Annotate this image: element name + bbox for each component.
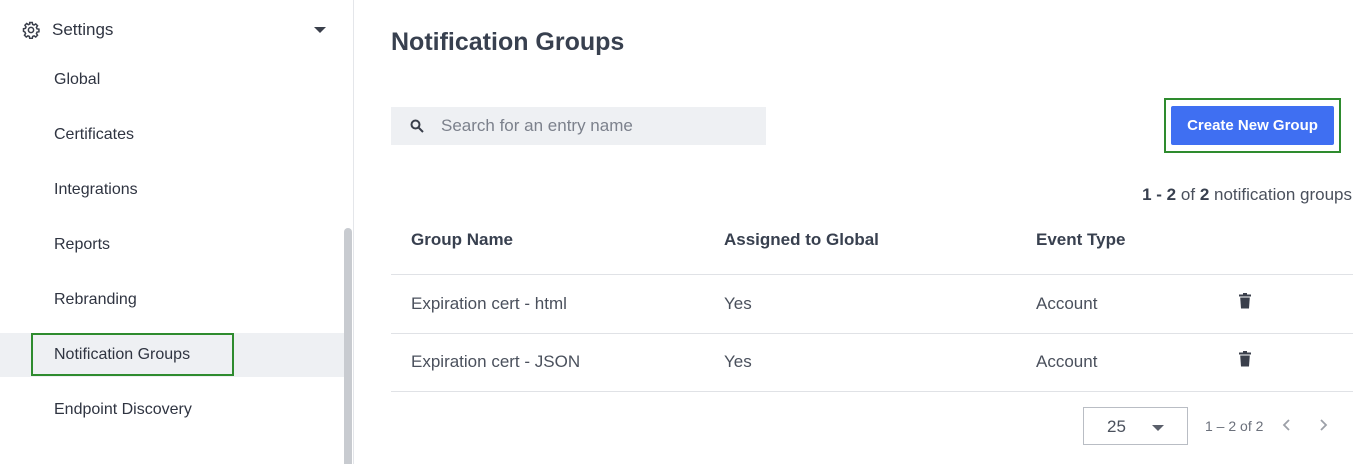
sidebar-item-reports[interactable]: Reports (0, 223, 344, 267)
trash-icon[interactable] (1239, 351, 1251, 367)
create-new-group-button[interactable]: Create New Group (1171, 106, 1334, 145)
page-size-value: 25 (1107, 417, 1126, 436)
search-bar[interactable] (391, 107, 766, 145)
sidebar-item-global[interactable]: Global (0, 58, 344, 102)
table-row[interactable]: Expiration cert - html Yes Account (391, 276, 1353, 334)
trash-icon[interactable] (1239, 293, 1251, 309)
chevron-down-icon[interactable] (314, 27, 326, 33)
cell-event-type: Account (1036, 352, 1098, 371)
sidebar-item-label: Notification Groups (54, 346, 191, 363)
cell-group-name: Expiration cert - JSON (411, 352, 581, 371)
settings-section-header[interactable]: Settings (0, 0, 354, 60)
count-range: 1 - 2 (1142, 185, 1177, 204)
sidebar-item-label: Certificates (54, 126, 135, 143)
create-button-highlight: Create New Group (1164, 98, 1341, 153)
chevron-down-icon (1152, 425, 1164, 431)
sidebar-scrollbar[interactable] (344, 228, 352, 464)
cell-assigned: Yes (724, 294, 752, 313)
table-row[interactable]: Expiration cert - JSON Yes Account (391, 334, 1353, 392)
column-header-event-type[interactable]: Event Type (1036, 230, 1125, 250)
count-suffix: notification groups (1214, 185, 1352, 204)
sidebar-item-endpoint-discovery[interactable]: Endpoint Discovery (0, 388, 344, 432)
sidebar-item-integrations[interactable]: Integrations (0, 168, 344, 212)
cell-assigned: Yes (724, 352, 752, 371)
page-size-select[interactable]: 25 (1083, 407, 1188, 445)
table-header: Group Name Assigned to Global Event Type (391, 218, 1353, 275)
sidebar-item-label: Rebranding (54, 291, 137, 308)
pagination-range: 1 – 2 of 2 (1205, 418, 1264, 434)
sidebar-item-certificates[interactable]: Certificates (0, 113, 344, 157)
sidebar-item-notification-groups[interactable]: Notification Groups (0, 333, 344, 377)
sidebar-item-label: Integrations (54, 181, 138, 198)
sidebar: Settings Global Certificates Integration… (0, 0, 354, 464)
sidebar-item-rebranding[interactable]: Rebranding (0, 278, 344, 322)
search-input[interactable] (441, 107, 751, 145)
cell-event-type: Account (1036, 294, 1098, 313)
search-icon (410, 119, 424, 133)
chevron-right-icon[interactable] (1316, 418, 1330, 432)
count-total: 2 (1199, 185, 1210, 204)
results-count: 1 - 2 of 2 notification groups (1142, 185, 1352, 205)
sidebar-item-label: Endpoint Discovery (54, 401, 192, 418)
column-header-assigned[interactable]: Assigned to Global (724, 230, 879, 250)
chevron-left-icon[interactable] (1280, 418, 1294, 432)
count-of: of (1180, 185, 1196, 204)
column-header-group-name[interactable]: Group Name (411, 230, 513, 250)
gear-icon (22, 21, 40, 39)
cell-group-name: Expiration cert - html (411, 294, 567, 313)
sidebar-item-label: Reports (54, 236, 111, 253)
sidebar-item-label: Global (54, 71, 101, 88)
page-title: Notification Groups (391, 28, 625, 56)
settings-label: Settings (52, 20, 114, 39)
